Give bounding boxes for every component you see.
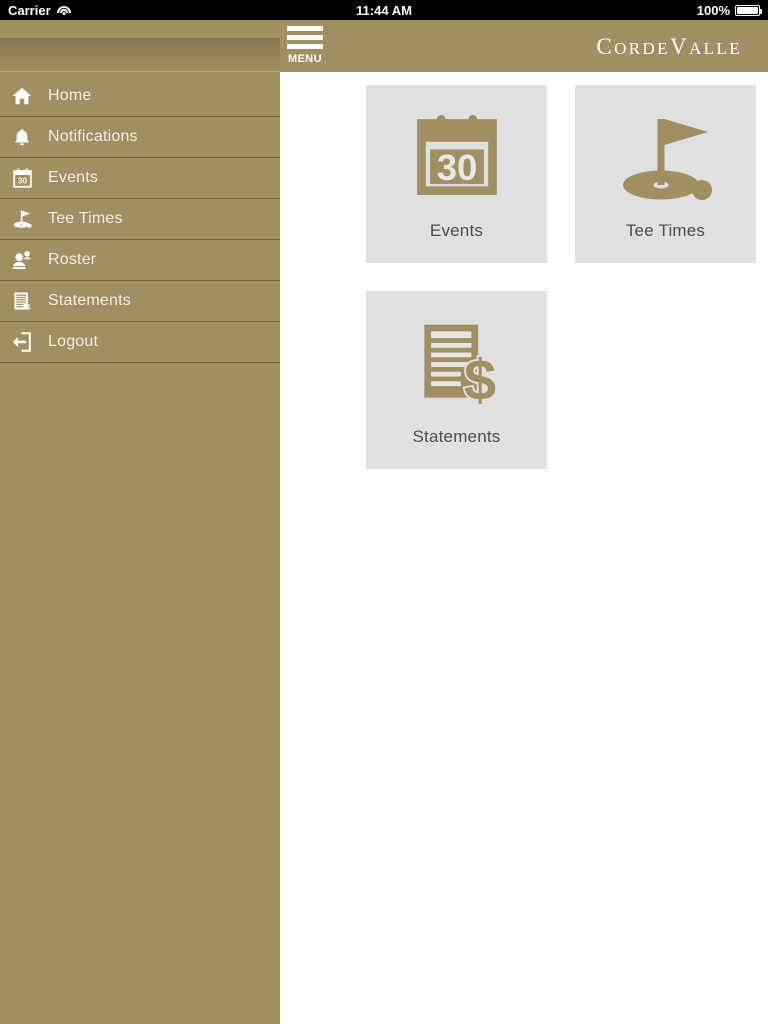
calendar-30-icon: 30 xyxy=(402,107,512,211)
sidebar: Home Notifications 30 Events Tee Times R… xyxy=(0,20,280,1024)
statement-dollar-icon: $ xyxy=(402,313,512,417)
sidebar-item-label: Roster xyxy=(48,251,97,268)
svg-text:30: 30 xyxy=(436,147,477,188)
sidebar-item-notifications[interactable]: Notifications xyxy=(0,117,280,158)
sidebar-top-shade xyxy=(0,38,280,70)
tile-label: Events xyxy=(429,221,484,240)
sidebar-item-label: Notifications xyxy=(48,128,138,145)
sidebar-item-statements[interactable]: $ Statements xyxy=(0,281,280,322)
svg-text:$: $ xyxy=(26,302,31,311)
sidebar-item-roster[interactable]: Roster xyxy=(0,240,280,281)
menu-button-label: MENU xyxy=(288,53,322,65)
brand-v: V xyxy=(669,34,689,59)
sidebar-item-label: Events xyxy=(48,169,99,186)
brand-alle: ALLE xyxy=(688,39,742,58)
status-bar-right: 100% xyxy=(696,2,762,18)
tile-label: Statements xyxy=(412,427,501,446)
sidebar-top-divider xyxy=(0,71,280,72)
battery-percent-label: 100% xyxy=(696,2,730,18)
sidebar-item-label: Home xyxy=(48,87,92,104)
main-content: 30 Events Tee Times $ Statements xyxy=(280,72,768,1024)
sidebar-item-label: Tee Times xyxy=(48,210,123,227)
sidebar-item-tee-times[interactable]: Tee Times xyxy=(0,199,280,240)
tile-tee-times[interactable]: Tee Times xyxy=(575,85,756,263)
home-icon xyxy=(10,84,34,108)
sidebar-item-events[interactable]: 30 Events xyxy=(0,158,280,199)
people-icon xyxy=(10,248,34,272)
brand-c: C xyxy=(596,34,615,59)
brand-logo: CORDEVALLE xyxy=(596,34,742,60)
golf-flag-icon xyxy=(10,207,34,231)
dashboard-tile-grid: 30 Events Tee Times $ Statements xyxy=(366,85,756,469)
svg-text:$: $ xyxy=(464,349,496,413)
sidebar-menu-list: Home Notifications 30 Events Tee Times R… xyxy=(0,76,280,363)
bell-icon xyxy=(10,125,34,149)
golf-flag-green-icon xyxy=(611,107,721,211)
document-dollar-icon: $ xyxy=(10,289,34,313)
tile-statements[interactable]: $ Statements xyxy=(366,291,547,469)
status-bar-time: 11:44 AM xyxy=(356,2,412,18)
tile-label: Tee Times xyxy=(625,221,706,240)
sidebar-item-logout[interactable]: Logout xyxy=(0,322,280,363)
sidebar-item-home[interactable]: Home xyxy=(0,76,280,117)
brand-orde: ORDE xyxy=(614,39,670,58)
hamburger-icon-bar xyxy=(287,44,323,49)
battery-full-icon xyxy=(735,4,762,16)
logout-arrow-icon xyxy=(10,330,34,354)
status-bar: Carrier 11:44 AM 100% xyxy=(0,0,768,20)
tile-events[interactable]: 30 Events xyxy=(366,85,547,263)
hamburger-icon-bar xyxy=(287,26,323,31)
sidebar-item-label: Statements xyxy=(48,292,131,309)
sidebar-item-label: Logout xyxy=(48,333,99,350)
menu-button[interactable]: MENU xyxy=(286,22,324,70)
calendar-icon: 30 xyxy=(10,166,34,190)
svg-text:30: 30 xyxy=(17,176,27,186)
hamburger-icon-bar xyxy=(287,35,323,40)
